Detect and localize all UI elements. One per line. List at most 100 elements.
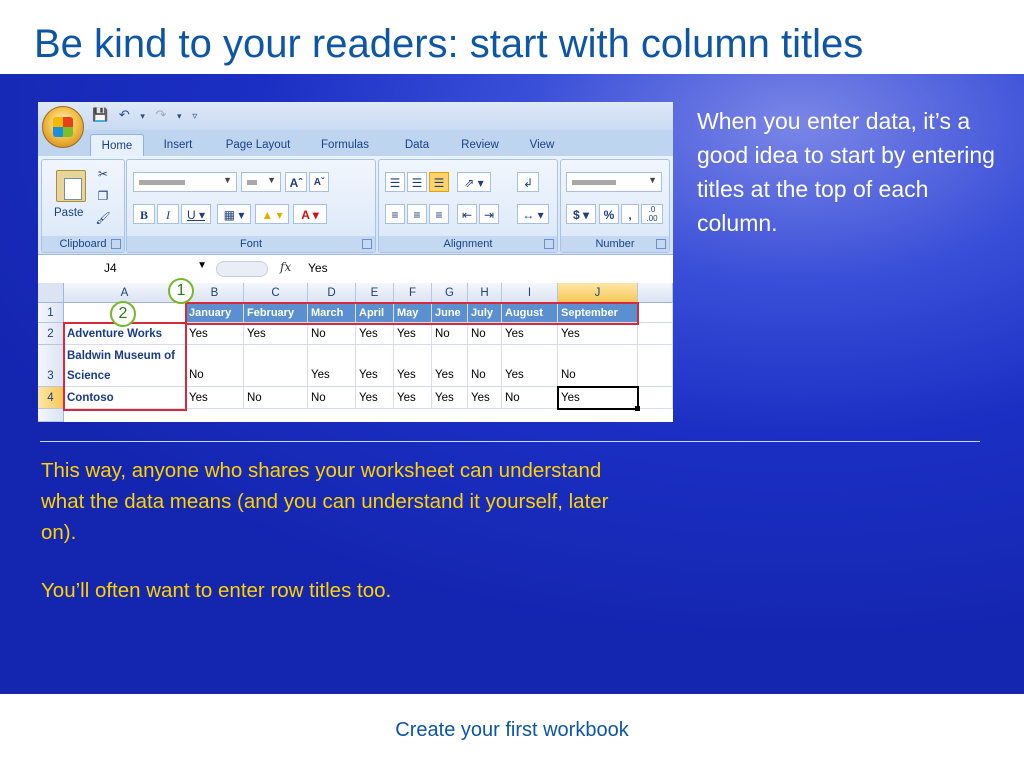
column-header-j[interactable]: J [558, 283, 638, 303]
comma-icon[interactable]: , [621, 204, 639, 224]
fill-handle[interactable] [635, 406, 640, 411]
table-cell[interactable]: Yes [558, 323, 638, 345]
column-header-d[interactable]: D [308, 283, 356, 303]
tab-review[interactable]: Review [452, 134, 508, 156]
table-cell[interactable]: Yes [394, 345, 432, 387]
table-cell[interactable]: No [468, 323, 502, 345]
tab-view[interactable]: View [518, 134, 566, 156]
increase-indent-icon[interactable]: ⇥ [479, 204, 499, 224]
italic-button[interactable]: I [157, 204, 179, 224]
align-right-icon[interactable]: ≡ [429, 204, 449, 224]
row-title-cell[interactable]: Baldwin Museum of Science [64, 345, 186, 387]
paste-button[interactable]: Paste [54, 207, 83, 219]
customize-qat-icon[interactable]: ▿ [192, 111, 197, 122]
table-cell[interactable]: Yes [394, 323, 432, 345]
table-cell[interactable]: No [468, 345, 502, 387]
redo-icon[interactable]: ↷ [156, 107, 167, 122]
tab-page-layout[interactable]: Page Layout [218, 134, 298, 156]
table-cell[interactable]: Yes [432, 387, 468, 409]
table-cell[interactable]: Yes [356, 323, 394, 345]
row-title-cell[interactable]: Contoso [64, 387, 186, 409]
increase-decimal-icon[interactable]: .0.00 [641, 204, 663, 224]
table-cell[interactable]: Yes [394, 387, 432, 409]
column-header-h[interactable]: H [468, 283, 502, 303]
borders-button[interactable]: ▦ ▾ [217, 204, 251, 224]
orientation-icon[interactable]: ⇗ ▾ [457, 172, 491, 192]
brush-icon[interactable]: 🖌 [92, 207, 114, 227]
font-color-button[interactable]: A ▾ [293, 204, 327, 224]
table-cell[interactable]: Yes [502, 323, 558, 345]
column-title-cell[interactable]: August [502, 303, 558, 323]
column-title-cell[interactable]: September [558, 303, 638, 323]
name-box[interactable]: J4 ▼ [42, 259, 207, 277]
underline-button[interactable]: U ▾ [181, 204, 211, 224]
dialog-launcher-icon[interactable] [362, 239, 372, 249]
dialog-launcher-icon[interactable] [544, 239, 554, 249]
paste-icon[interactable] [56, 170, 86, 202]
table-cell[interactable]: Yes [502, 345, 558, 387]
table-cell[interactable] [638, 345, 673, 387]
table-cell[interactable]: No [244, 387, 308, 409]
row-header-1[interactable]: 1 [38, 303, 64, 323]
align-center-icon[interactable]: ≡ [407, 204, 427, 224]
row-header-2[interactable]: 2 [38, 323, 64, 345]
table-cell[interactable]: Yes [244, 323, 308, 345]
decrease-indent-icon[interactable]: ⇤ [457, 204, 477, 224]
column-title-cell[interactable]: July [468, 303, 502, 323]
table-cell[interactable] [638, 323, 673, 345]
currency-icon[interactable]: $ ▾ [566, 204, 596, 224]
chevron-down-icon[interactable]: ▾ [140, 111, 145, 121]
table-cell[interactable]: Yes [308, 345, 356, 387]
dialog-launcher-icon[interactable] [111, 239, 121, 249]
table-cell[interactable]: No [558, 345, 638, 387]
table-cell[interactable]: No [432, 323, 468, 345]
column-header-b[interactable]: B [186, 283, 244, 303]
save-icon[interactable]: 💾 [92, 107, 108, 122]
tab-formulas[interactable]: Formulas [310, 134, 380, 156]
table-cell[interactable]: Yes [186, 323, 244, 345]
table-cell[interactable] [638, 303, 673, 323]
formula-input[interactable]: Yes [308, 261, 328, 275]
fill-color-button[interactable]: ▲ ▾ [255, 204, 289, 224]
tab-home[interactable]: Home [90, 134, 144, 157]
merge-center-icon[interactable]: ↔ ▾ [517, 204, 549, 224]
column-header-i[interactable]: I [502, 283, 558, 303]
column-header-e[interactable]: E [356, 283, 394, 303]
insert-function-icon[interactable]: fx [280, 260, 291, 274]
chevron-down-icon[interactable]: ▾ [177, 111, 182, 121]
bold-button[interactable]: B [133, 204, 155, 224]
table-cell[interactable]: No [308, 387, 356, 409]
column-title-cell[interactable]: January [186, 303, 244, 323]
column-title-cell[interactable]: May [394, 303, 432, 323]
row-header-4[interactable]: 4 [38, 387, 64, 409]
align-top-icon[interactable]: ☰ [385, 172, 405, 192]
table-cell[interactable]: Yes [356, 387, 394, 409]
column-title-cell[interactable]: June [432, 303, 468, 323]
column-title-cell[interactable]: March [308, 303, 356, 323]
column-header-g[interactable]: G [432, 283, 468, 303]
font-name-combo[interactable]: ▼ [133, 172, 237, 192]
formula-cancel-enter[interactable] [216, 261, 268, 277]
shrink-font-button[interactable]: Aˇ [309, 172, 329, 192]
table-cell[interactable]: Yes [186, 387, 244, 409]
tab-data[interactable]: Data [392, 134, 442, 156]
tab-insert[interactable]: Insert [150, 134, 206, 156]
table-cell[interactable]: Yes [468, 387, 502, 409]
align-middle-icon[interactable]: ☰ [407, 172, 427, 192]
font-size-combo[interactable]: ▼ [241, 172, 281, 192]
dialog-launcher-icon[interactable] [656, 239, 666, 249]
column-title-cell[interactable]: April [356, 303, 394, 323]
table-cell[interactable]: Yes [432, 345, 468, 387]
office-button[interactable] [42, 106, 84, 148]
row-header-5[interactable] [38, 409, 64, 422]
table-cell[interactable] [638, 387, 673, 409]
column-header-k[interactable] [638, 283, 673, 303]
scissors-icon[interactable]: ✂ [92, 163, 114, 183]
table-cell[interactable] [244, 345, 308, 387]
column-title-cell[interactable]: February [244, 303, 308, 323]
align-left-icon[interactable]: ≡ [385, 204, 405, 224]
row-header-3[interactable]: 3 [38, 345, 64, 387]
percent-icon[interactable]: % [599, 204, 619, 224]
grow-font-button[interactable]: Aˆ [285, 172, 307, 192]
table-cell[interactable]: No [502, 387, 558, 409]
